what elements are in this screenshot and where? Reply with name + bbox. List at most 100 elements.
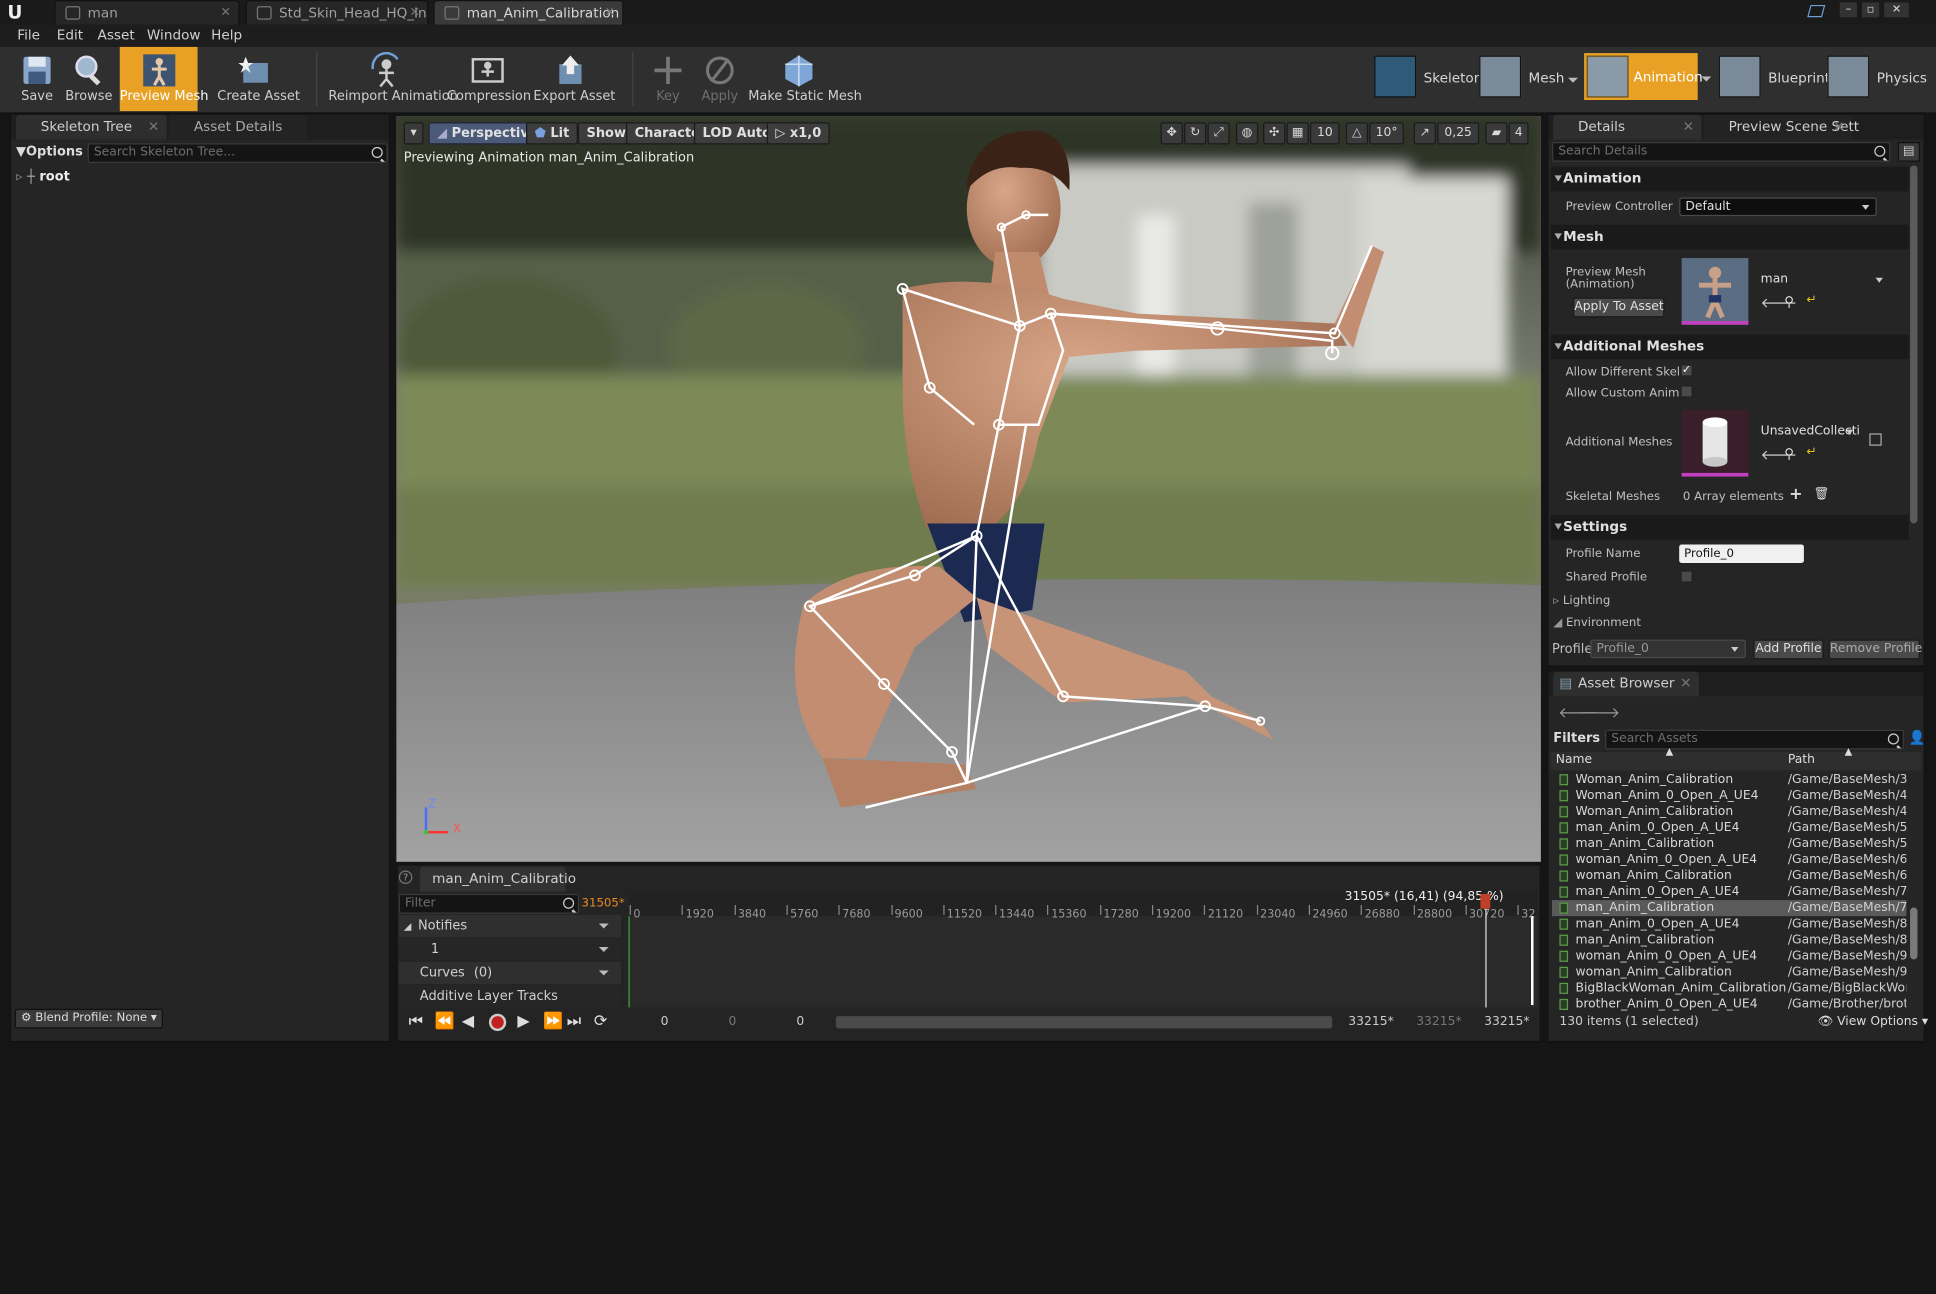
unreal-logo-icon[interactable]: U <box>7 1 29 23</box>
tab-details[interactable]: Details ✕ <box>1553 114 1702 140</box>
tab-asset-details[interactable]: Asset Details <box>169 114 308 140</box>
close-window-button[interactable]: ✕ <box>1884 2 1909 18</box>
curves-track[interactable]: Curves (0) <box>398 961 622 985</box>
menu-asset[interactable]: Asset <box>98 25 135 47</box>
view-options-button[interactable]: 👁 View Options ▾ <box>1817 1015 1928 1029</box>
start-frame-value[interactable]: 0 <box>661 1015 669 1029</box>
notify-track-1[interactable]: 1 <box>398 938 622 961</box>
coordinate-system-icon[interactable]: ◍ <box>1235 122 1259 145</box>
profile-name-input[interactable]: Profile_0 <box>1679 544 1804 564</box>
skip-to-start-icon[interactable]: ⏮ <box>409 1012 429 1032</box>
tab-skeleton-tree[interactable]: Skeleton Tree ✕ <box>16 114 167 140</box>
viewport-options-button[interactable]: ▾ <box>403 122 424 145</box>
mode-mesh-button[interactable]: Mesh <box>1479 53 1580 102</box>
allow-different-skeletons-checkbox[interactable]: ✓ <box>1680 364 1693 377</box>
make-static-mesh-button[interactable]: Make Static Mesh <box>748 47 862 111</box>
asset-list-row[interactable]: man_Anim_Calibration/Game/BaseMesh/5/ <box>1552 836 1906 852</box>
details-scrollbar[interactable] <box>1910 165 1918 524</box>
end-frame-value[interactable]: 33215* <box>1348 1015 1393 1029</box>
tab-asset-browser[interactable]: ▤ Asset Browser ✕ <box>1553 671 1699 697</box>
animation-viewport[interactable]: Z X ▾ ◢ Perspective ⬟ Lit Show Character… <box>396 116 1541 862</box>
scale-snap-icon[interactable]: ↗ <box>1413 122 1436 145</box>
additive-layer-tracks[interactable]: Additive Layer Tracks <box>398 985 622 1008</box>
menu-edit[interactable]: Edit <box>57 25 83 47</box>
mesh-mode-dropdown-icon[interactable] <box>1568 77 1578 83</box>
surface-snap-icon[interactable]: ✣ <box>1263 122 1286 145</box>
profile-dropdown[interactable]: Profile_0 <box>1590 639 1746 659</box>
step-back-icon[interactable]: ⏪ <box>435 1012 455 1032</box>
browse-collection-icon[interactable]: ⚲ <box>1784 446 1794 462</box>
column-header-name[interactable]: Name <box>1556 753 1592 767</box>
preview-mesh-dropdown[interactable]: man <box>1754 270 1891 289</box>
lit-button[interactable]: ⬟ Lit <box>525 122 578 145</box>
asset-list-row[interactable]: brother_Anim_0_Open_A_UE4/Game/Brother/b… <box>1552 996 1906 1012</box>
delete-elements-icon[interactable]: 🗑 <box>1814 488 1830 502</box>
close-icon[interactable]: ✕ <box>1680 672 1691 697</box>
section-additional-meshes[interactable]: Additional Meshes <box>1550 334 1909 360</box>
playback-speed-button[interactable]: ▷ x1,0 <box>766 122 830 145</box>
skeleton-search-input[interactable]: Search Skeleton Tree... <box>87 143 388 163</box>
notifies-dropdown-icon[interactable] <box>598 923 609 929</box>
key-button[interactable]: Key <box>645 47 692 111</box>
mode-skeleton-button[interactable]: Skeleton <box>1374 53 1482 102</box>
record-icon[interactable] <box>488 1013 507 1031</box>
property-matrix-icon[interactable]: ▤ <box>1897 141 1920 162</box>
blend-profile-button[interactable]: ⚙ Blend Profile: None ▾ <box>14 1008 163 1029</box>
scale-snap-value[interactable]: 0,25 <box>1437 122 1480 145</box>
close-icon[interactable]: ✕ <box>605 1 615 24</box>
notification-icon[interactable] <box>1807 4 1826 18</box>
remove-profile-button[interactable]: Remove Profile <box>1828 639 1922 660</box>
timeline-scrollbar[interactable] <box>835 1016 1333 1029</box>
playback-range-end[interactable]: 33215* <box>1484 1015 1529 1029</box>
asset-search-input[interactable]: Search Assets <box>1605 729 1904 750</box>
grid-snap-icon[interactable]: ▦ <box>1286 122 1309 145</box>
scale-tool-icon[interactable]: ⤢ <box>1207 122 1230 145</box>
section-settings[interactable]: Settings <box>1550 514 1909 540</box>
section-animation[interactable]: Animation <box>1550 166 1909 192</box>
preview-mesh-thumbnail[interactable] <box>1681 258 1749 325</box>
preview-controller-dropdown[interactable]: Default <box>1679 197 1877 217</box>
tab-std-skin-head[interactable]: Std_Skin_Head_HQ_Inst*✕ <box>245 0 429 25</box>
asset-list-row[interactable]: BigBlackWoman_Anim_Calibration/Game/BigB… <box>1552 980 1906 996</box>
track-filter-input[interactable]: Filter <box>398 893 580 914</box>
asset-list-row[interactable]: man_Anim_0_Open_A_UE4/Game/BaseMesh/7/ <box>1552 884 1906 900</box>
create-asset-button[interactable]: Create Asset <box>217 47 300 111</box>
grid-snap-value[interactable]: 10 <box>1310 122 1340 145</box>
close-icon[interactable]: ✕ <box>148 115 159 140</box>
export-asset-button[interactable]: Export Asset <box>533 47 615 111</box>
shared-profile-checkbox[interactable] <box>1680 570 1693 583</box>
options-dropdown[interactable]: ▼Options ▾ <box>16 144 94 159</box>
play-icon[interactable]: ▶ <box>517 1012 537 1032</box>
loop-icon[interactable]: ⟳ <box>594 1012 614 1032</box>
browse-button[interactable]: Browse <box>64 47 113 111</box>
additional-meshes-thumbnail[interactable] <box>1681 409 1749 477</box>
tab-anim-sequence[interactable]: man_Anim_Calibratio <box>419 866 576 892</box>
menu-window[interactable]: Window <box>147 25 201 47</box>
reset-to-default-icon[interactable]: ↵ <box>1806 294 1816 308</box>
reimport-animation-button[interactable]: Reimport Animation <box>328 47 458 111</box>
asset-list-row[interactable]: Woman_Anim_Calibration/Game/BaseMesh/3/ <box>1552 772 1906 788</box>
asset-list-row[interactable]: man_Anim_0_Open_A_UE4/Game/BaseMesh/5/ <box>1552 820 1906 836</box>
menu-help[interactable]: Help <box>211 25 242 47</box>
tree-item-root[interactable]: ▹ ┼ root <box>16 169 70 184</box>
tab-preview-scene-settings[interactable]: Preview Scene Sett ✕ <box>1703 114 1859 140</box>
filters-dropdown[interactable]: Filters ▾ <box>1553 731 1611 746</box>
view-range-start[interactable]: 0 <box>728 1015 736 1029</box>
play-reverse-icon[interactable]: ◀ <box>462 1012 482 1032</box>
save-button[interactable]: Save <box>10 47 64 111</box>
asset-list-row[interactable]: man_Anim_Calibration/Game/BaseMesh/7/ <box>1552 900 1907 917</box>
maximize-button[interactable]: ▫ <box>1861 2 1880 18</box>
translate-tool-icon[interactable]: ✥ <box>1160 122 1183 145</box>
asset-list-row[interactable]: Woman_Anim_Calibration/Game/BaseMesh/4/ <box>1552 804 1906 820</box>
notifies-track[interactable]: ◢ Notifies <box>398 914 622 938</box>
section-mesh[interactable]: Mesh <box>1550 224 1909 250</box>
step-forward-icon[interactable]: ⏩ <box>543 1012 563 1032</box>
curves-dropdown-icon[interactable] <box>598 970 609 976</box>
asset-list-row[interactable]: woman_Anim_Calibration/Game/BaseMesh/6/ <box>1552 868 1906 884</box>
camera-speed-icon[interactable]: ▰ <box>1485 122 1508 145</box>
compression-button[interactable]: Compression <box>447 47 531 111</box>
help-icon[interactable]: ? <box>398 870 413 885</box>
working-range-end[interactable]: 33215* <box>1416 1015 1461 1029</box>
apply-button[interactable]: Apply <box>695 47 744 111</box>
close-icon[interactable]: ✕ <box>409 1 419 24</box>
